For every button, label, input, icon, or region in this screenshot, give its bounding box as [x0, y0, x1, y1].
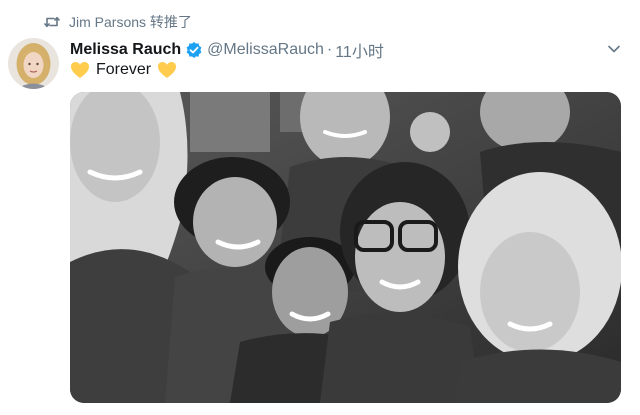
verified-badge-icon — [185, 41, 203, 59]
user-handle[interactable]: @MelissaRauch — [207, 41, 324, 59]
tweet-card[interactable]: Jim Parsons 转推了 Melissa Rauch @MelissaRa… — [0, 0, 640, 415]
retweet-icon — [44, 15, 60, 29]
yellow-heart-icon — [157, 60, 177, 80]
tweet-header: Melissa Rauch @MelissaRauch · 11小时 — [70, 38, 384, 62]
tweet-text: Forever — [96, 61, 152, 78]
chevron-down-icon[interactable] — [606, 41, 622, 57]
display-name[interactable]: Melissa Rauch — [70, 41, 181, 59]
tweet-timestamp[interactable]: 11小时 — [335, 38, 384, 62]
retweet-text: Jim Parsons 转推了 — [69, 14, 192, 30]
retweet-context[interactable]: Jim Parsons 转推了 — [44, 12, 192, 32]
avatar[interactable] — [8, 38, 59, 89]
yellow-heart-icon — [70, 60, 90, 80]
tweet-photo[interactable] — [70, 92, 621, 403]
tweet-body: Forever — [70, 60, 177, 80]
separator-dot: · — [326, 41, 333, 58]
